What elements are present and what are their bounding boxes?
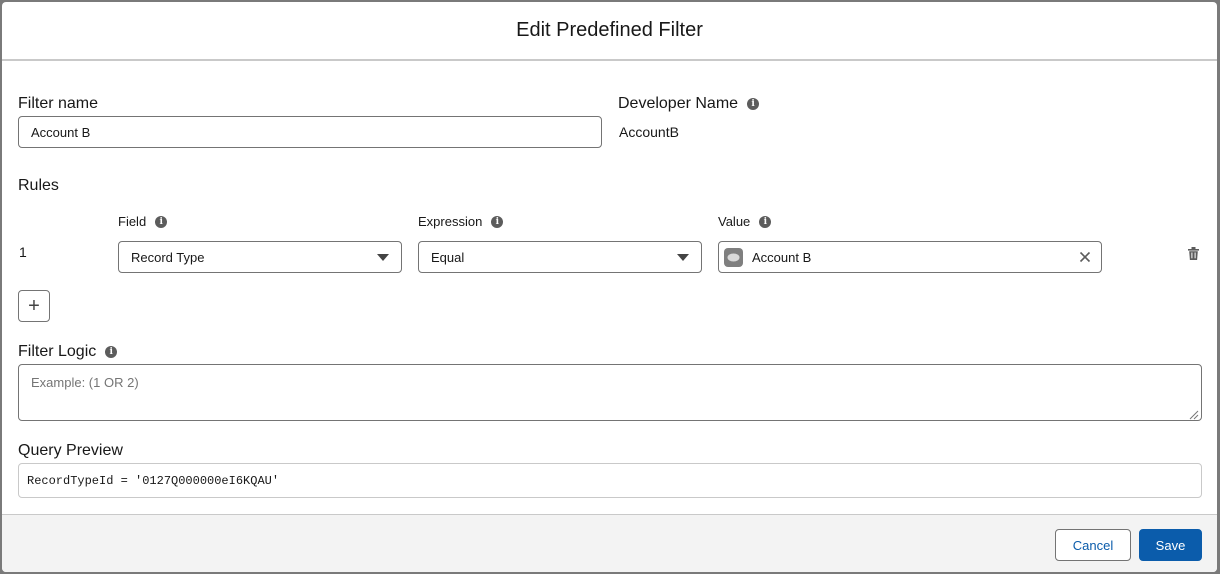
clear-selection-icon[interactable] [1079,251,1091,263]
rule-field-value: Record Type [131,249,205,265]
query-preview-box: RecordTypeId = '0127Q000000eI6KQAU' [18,463,1202,498]
value-column-header: Value i [718,214,772,229]
developer-name-label-group: Developer Name i [618,95,760,113]
selected-record-pill: Account B [724,247,812,267]
expression-column-header: Expression i [418,214,504,229]
rule-field-select[interactable]: Record Type [118,241,402,273]
rule-number: 1 [19,244,27,260]
info-icon[interactable]: i [105,346,118,358]
field-column-header: Field i [118,214,168,229]
rule-expression-select[interactable]: Equal [418,241,702,273]
field-column-label: Field [118,214,147,229]
filter-logic-placeholder: Example: (1 OR 2) [31,375,139,390]
chevron-down-icon [377,253,389,261]
query-preview-text: RecordTypeId = '0127Q000000eI6KQAU' [27,473,280,488]
modal-title: Edit Predefined Filter [516,19,703,41]
expression-column-label: Expression [418,214,483,229]
filter-name-value: Account B [31,124,91,140]
rule-value-text: Account B [752,249,812,265]
rules-heading: Rules [18,177,59,194]
filter-logic-label-group: Filter Logic i [18,343,118,361]
record-type-icon [724,247,743,267]
rule-expression-value: Equal [431,249,465,265]
filter-name-label: Filter name [18,95,99,112]
info-icon[interactable]: i [759,215,772,228]
resize-handle-icon[interactable] [1189,408,1199,420]
modal-body: Filter name Account B Developer Name i A… [2,61,1217,515]
delete-rule-icon[interactable] [1188,247,1199,260]
chevron-down-icon [677,253,689,261]
info-icon[interactable]: i [155,215,168,228]
modal-footer: Cancel Save [2,514,1217,572]
rule-value-lookup[interactable]: Account B [718,241,1102,273]
edit-filter-modal: Edit Predefined Filter Filter name Accou… [2,2,1217,572]
value-column-label: Value [718,214,751,229]
cancel-button[interactable]: Cancel [1055,529,1131,561]
filter-name-input[interactable]: Account B [18,116,602,148]
save-button[interactable]: Save [1139,529,1202,561]
info-icon[interactable]: i [747,98,760,110]
filter-logic-textarea[interactable]: Example: (1 OR 2) [18,364,1202,421]
developer-name-label: Developer Name [618,95,739,112]
filter-logic-label: Filter Logic [18,343,97,360]
info-icon[interactable]: i [491,215,504,228]
modal-header: Edit Predefined Filter [2,2,1217,61]
query-preview-label: Query Preview [18,442,123,459]
developer-name-value: AccountB [619,124,679,140]
add-rule-button[interactable]: + [18,290,50,322]
